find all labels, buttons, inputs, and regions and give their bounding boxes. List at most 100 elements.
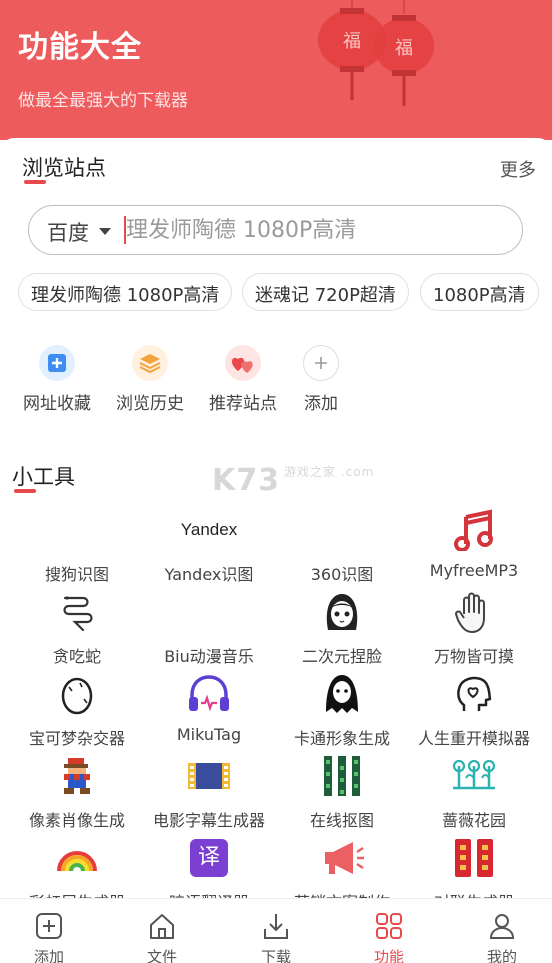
tools-section-title: 小工具: [12, 461, 75, 493]
tool-label: 二次元捏脸: [301, 647, 382, 666]
tab-add[interactable]: 添加: [4, 911, 94, 963]
search-engine-select[interactable]: 百度: [47, 217, 89, 247]
tool-label: MikuTag: [176, 725, 242, 744]
tool-label: MyfreeMP3: [429, 561, 519, 580]
quick-bookmarks[interactable]: 网址收藏: [12, 345, 102, 414]
cutout-grid-icon: [273, 753, 411, 799]
quick-recommended[interactable]: 推荐站点: [198, 345, 288, 414]
title-underline: [14, 489, 36, 493]
tool-snake[interactable]: 贪吃蛇: [8, 589, 146, 667]
megaphone-icon: [273, 835, 411, 881]
garden-icon: [405, 753, 543, 799]
watermark-sub: 游戏之家 .com: [284, 465, 375, 479]
bookmark-plus-icon: [39, 345, 75, 381]
tool-label: 蔷薇花园: [441, 811, 506, 830]
tool-mikutag[interactable]: MikuTag: [140, 671, 278, 744]
anime-music-icon: [140, 589, 278, 635]
quick-add[interactable]: 添加: [276, 345, 366, 414]
tab-files[interactable]: 文件: [117, 911, 207, 963]
tools-title-text: 小工具: [12, 465, 75, 489]
translate-glyph: 译: [190, 839, 228, 877]
tab-features[interactable]: 功能: [344, 911, 434, 963]
pixel-mario-icon: [8, 753, 146, 799]
tool-yandex[interactable]: Yandex Yandex识图: [140, 507, 278, 585]
tool-garden[interactable]: 蔷薇花园: [405, 753, 543, 831]
tool-label: 宝可梦杂交器: [28, 729, 125, 748]
tab-label: 添加: [33, 948, 64, 963]
tab-me[interactable]: 我的: [457, 911, 547, 963]
film-strip-icon: [140, 753, 278, 799]
browse-title-text: 浏览站点: [22, 156, 106, 180]
user-icon: [489, 914, 515, 939]
tool-biu-music[interactable]: Biu动漫音乐: [140, 589, 278, 667]
quick-history[interactable]: 浏览历史: [105, 345, 195, 414]
watermark-text: K73: [212, 463, 280, 498]
bottom-tab-bar: 添加 文件 下载 功能 我的: [0, 898, 552, 963]
headphones-icon: [140, 671, 278, 717]
tool-label: 贪吃蛇: [52, 647, 101, 666]
search-bar[interactable]: 百度: [28, 205, 523, 255]
download-tray-icon: [264, 914, 288, 939]
home-file-icon: [150, 914, 174, 939]
couplet-icon: [405, 835, 543, 881]
tool-pokemon[interactable]: 宝可梦杂交器: [8, 671, 146, 749]
sogou-image-icon: [8, 507, 146, 553]
tool-label: 电影字幕生成器: [152, 811, 265, 830]
lantern-icon: 福 福: [318, 0, 434, 106]
tool-touch[interactable]: 万物皆可摸: [405, 589, 543, 667]
tool-anime-face[interactable]: 二次元捏脸: [273, 589, 411, 667]
tool-label: 卡通形象生成: [293, 729, 390, 748]
history-chip-1[interactable]: 理发师陶德 1080P高清: [18, 273, 233, 311]
tab-download[interactable]: 下载: [231, 911, 321, 963]
tool-label: 在线抠图: [309, 811, 374, 830]
translate-icon: 译: [140, 835, 278, 881]
chevron-down-icon[interactable]: [99, 228, 111, 235]
360-image-icon: [273, 507, 411, 553]
snake-icon: [8, 589, 146, 635]
history-chip-3[interactable]: 1080P高清: [420, 273, 539, 311]
tool-myfreemp3[interactable]: MyfreeMP3: [405, 507, 543, 580]
quick-label: 浏览历史: [116, 394, 184, 414]
tool-label: Biu动漫音乐: [164, 647, 254, 666]
quick-label: 网址收藏: [23, 394, 91, 414]
tool-label: 人生重开模拟器: [417, 729, 530, 748]
tool-subtitle[interactable]: 电影字幕生成器: [140, 753, 278, 831]
tool-cutout[interactable]: 在线抠图: [273, 753, 411, 831]
more-link[interactable]: 更多: [500, 156, 536, 182]
tool-label: 360识图: [310, 565, 374, 584]
tool-life-restart[interactable]: 人生重开模拟器: [405, 671, 543, 749]
tab-label: 功能: [373, 948, 404, 963]
quick-label: 添加: [304, 394, 338, 414]
search-input[interactable]: [126, 212, 506, 248]
tool-360[interactable]: 360识图: [273, 507, 411, 585]
tool-label: 万物皆可摸: [433, 647, 514, 666]
tool-pixel-portrait[interactable]: 像素肖像生成: [8, 753, 146, 831]
music-note-icon: [405, 507, 543, 553]
ghost-icon: [273, 671, 411, 717]
title-underline: [24, 180, 46, 184]
add-square-icon: [36, 913, 62, 939]
grid-four-icon: [376, 913, 402, 939]
page-title: 功能大全: [18, 30, 142, 65]
anime-face-icon: [273, 589, 411, 635]
tool-label: 像素肖像生成: [28, 811, 125, 830]
yandex-logo-text: Yandex: [180, 520, 238, 539]
recommend-hearts-icon: [225, 345, 261, 381]
yandex-logo: Yandex: [140, 507, 278, 553]
lantern-char-1: 福: [343, 31, 361, 52]
plus-icon: [303, 345, 339, 381]
history-layers-icon: [132, 345, 168, 381]
page-subtitle: 做最全最强大的下载器: [18, 91, 188, 111]
tab-label: 下载: [260, 948, 291, 963]
lantern-char-2: 福: [395, 38, 413, 59]
header-banner: 功能大全 做最全最强大的下载器 福 福: [0, 0, 552, 140]
tool-label: Yandex识图: [164, 565, 254, 584]
history-chip-2[interactable]: 迷魂记 720P超清: [242, 273, 409, 311]
tool-sogou[interactable]: 搜狗识图: [8, 507, 146, 585]
hand-icon: [405, 589, 543, 635]
tool-cartoon[interactable]: 卡通形象生成: [273, 671, 411, 749]
tool-label: 搜狗识图: [44, 565, 109, 584]
head-heart-icon: [405, 671, 543, 717]
browse-section-title: 浏览站点: [22, 152, 106, 184]
tab-label: 文件: [146, 948, 177, 963]
